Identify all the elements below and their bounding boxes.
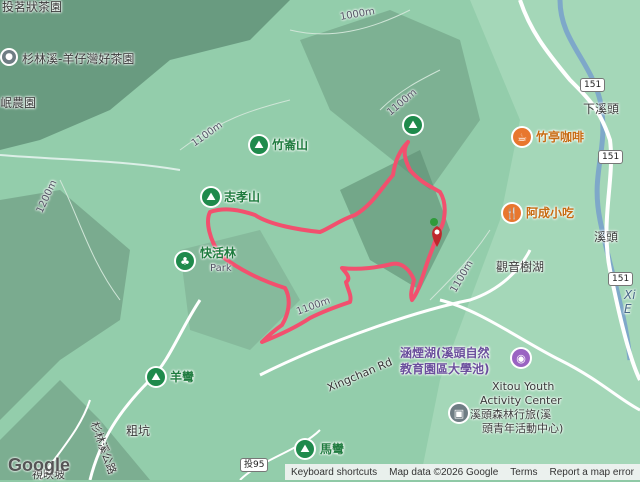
google-logo: Google <box>8 455 70 475</box>
park-label: 快活林 <box>200 246 237 260</box>
peak-icon-mawan[interactable]: ⛰ <box>296 440 314 458</box>
peak-label-zhulun: 竹崙山 <box>272 138 309 152</box>
place-cukeng: 粗坑 <box>126 424 151 438</box>
lake-label-1: 涵煙湖(溪頭自然 <box>400 346 490 360</box>
restaurant-label: 阿成小吃 <box>526 206 575 220</box>
building-icon[interactable]: ▣ <box>450 404 468 422</box>
place-label-top-2: 杉林溪-羊仔灣好茶園 <box>22 52 135 66</box>
route-shield-151-a: 151 <box>580 78 606 92</box>
place-label-top-3: 岷農園 <box>0 96 37 110</box>
place-xitou: 溪頭 <box>594 230 619 244</box>
place-guanyinshuhu: 觀音樹湖 <box>496 260 545 274</box>
edge-label-1: Xi <box>624 288 636 302</box>
peak-icon-zhulun[interactable]: ⛰ <box>250 136 268 154</box>
lake-label-2: 教育園區大學池) <box>400 362 490 376</box>
route-shield-151-c: 151 <box>608 272 634 286</box>
park-icon[interactable]: ♣ <box>176 252 194 270</box>
edge-label-2: E <box>624 302 632 316</box>
cafe-icon[interactable]: ☕ <box>513 128 531 146</box>
map-footer: Keyboard shortcuts Map data ©2026 Google… <box>284 464 640 480</box>
terms-link[interactable]: Terms <box>504 467 543 478</box>
lake-poi-icon[interactable]: ◉ <box>512 349 530 367</box>
youth-center-2: Activity Center <box>480 394 562 407</box>
place-label-top-1: 投茗狀茶園 <box>2 0 63 14</box>
youth-center-4: 頭青年活動中心) <box>482 422 564 435</box>
peak-icon-zhixiao[interactable]: ⛰ <box>202 188 220 206</box>
park-sublabel: Park <box>210 263 232 274</box>
map-data-attribution: Map data ©2026 Google <box>389 466 499 478</box>
cafe-label: 竹亭咖啡 <box>536 130 585 144</box>
route-shield-151-b: 151 <box>598 150 624 164</box>
peak-label-yangwan: 羊彎 <box>170 370 195 384</box>
keyboard-shortcuts-link[interactable]: Keyboard shortcuts <box>285 467 383 478</box>
restaurant-icon[interactable]: 🍴 <box>503 204 521 222</box>
place-xiaxitou: 下溪頭 <box>583 102 620 116</box>
peak-label-mawan: 馬彎 <box>320 442 345 456</box>
youth-center-1: Xitou Youth <box>492 380 555 393</box>
youth-center-3: 溪頭森林行旅(溪 <box>470 408 552 421</box>
peak-icon-unnamed[interactable]: ⛰ <box>404 116 422 134</box>
report-error-link[interactable]: Report a map error <box>544 467 640 478</box>
peak-icon-yangwan[interactable]: ⛰ <box>147 368 165 386</box>
peak-label-zhixiao: 志孝山 <box>224 190 261 204</box>
route-shield-tou95: 投95 <box>240 458 269 472</box>
farm-pin-icon[interactable]: ● <box>2 50 16 64</box>
